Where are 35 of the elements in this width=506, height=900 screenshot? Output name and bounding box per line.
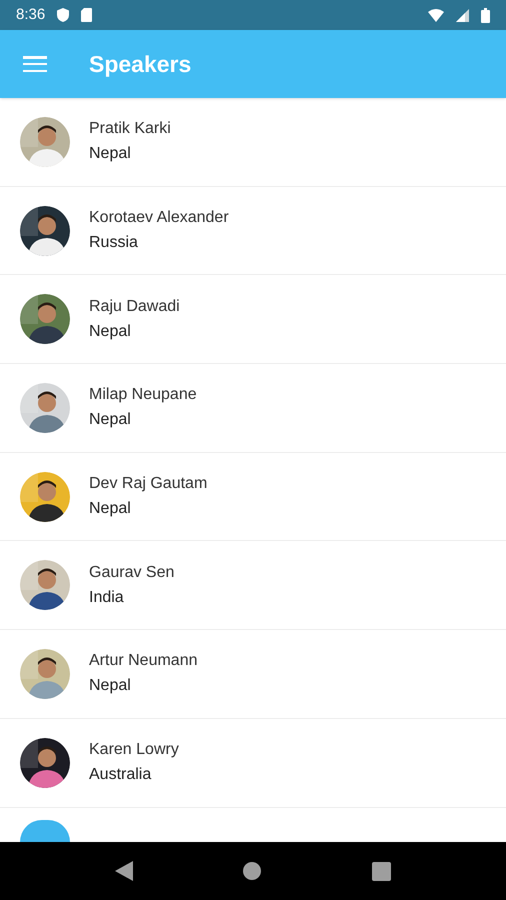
speaker-item[interactable]: Raju Dawadi Nepal (0, 275, 506, 364)
speaker-item[interactable]: Gaurav Sen India (0, 541, 506, 630)
signal-icon (456, 8, 469, 22)
avatar-placeholder (20, 820, 70, 842)
speaker-item[interactable]: Artur Neumann Nepal (0, 630, 506, 719)
speaker-country: Nepal (89, 499, 132, 520)
speaker-country: Nepal (89, 676, 132, 696)
speaker-country: India (89, 588, 125, 608)
speaker-country: Nepal (89, 410, 132, 430)
speaker-country: Nepal (89, 322, 132, 342)
speaker-name: Pratik Karki (89, 119, 171, 140)
speaker-country: Russia (89, 233, 139, 254)
speaker-item[interactable]: Karen Lowry Australia (0, 718, 506, 808)
back-icon[interactable] (115, 861, 134, 881)
home-icon[interactable] (243, 862, 262, 880)
speaker-name: Milap Neupane (89, 385, 197, 406)
speaker-item[interactable]: Milap Neupane Nepal (0, 364, 506, 453)
speaker-name: Gaurav Sen (89, 562, 174, 583)
speaker-item[interactable]: Dev Raj Gautam Nepal (0, 452, 506, 542)
speaker-country: Australia (89, 765, 152, 786)
battery-icon (481, 8, 490, 22)
speaker-item[interactable]: Pratik Karki Nepal (0, 98, 506, 187)
speaker-name: Dev Raj Gautam (89, 474, 208, 494)
clock: 8:36 (16, 4, 46, 25)
app-title: Speakers (89, 50, 192, 79)
speaker-name: Karen Lowry (89, 740, 179, 760)
speaker-name: Korotaev Alexander (89, 208, 229, 228)
speaker-name: Artur Neumann (89, 651, 198, 672)
speaker-name: Raju Dawadi (89, 296, 180, 317)
speaker-country: Nepal (89, 144, 132, 164)
speaker-item[interactable]: Korotaev Alexander Russia (0, 186, 506, 276)
shield-icon (57, 8, 70, 22)
sd-card-icon (81, 8, 92, 22)
recents-icon[interactable] (372, 862, 391, 880)
wifi-icon (428, 8, 444, 22)
